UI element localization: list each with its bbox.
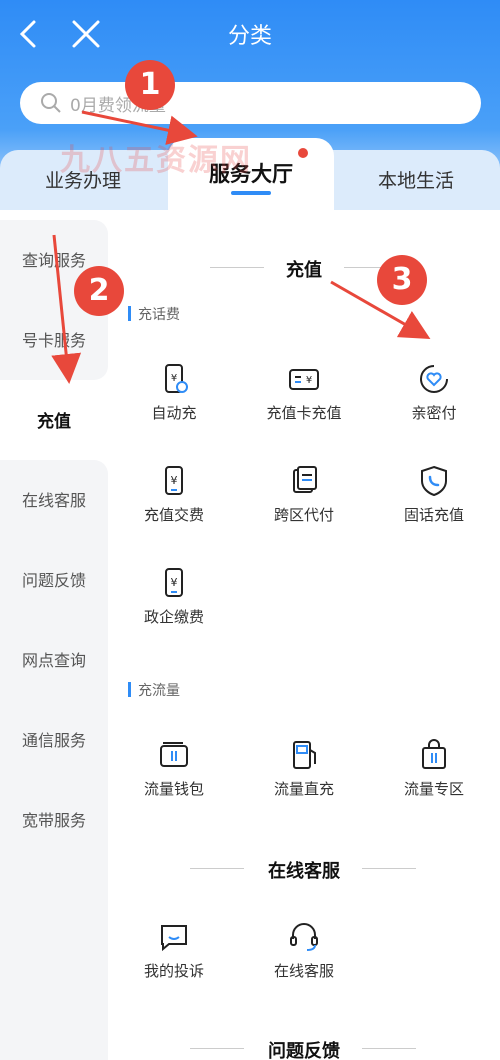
annotation-badge-3: 3	[377, 255, 427, 305]
grid-item-family-pay[interactable]: 亲密付	[374, 362, 494, 423]
grid-item-data-direct[interactable]: 流量直充	[244, 738, 364, 799]
grid-label: 流量钱包	[143, 780, 204, 798]
main-content: 查询服务 号卡服务 充值 在线客服 问题反馈 网点查询 通信服务 宽带服务 充值…	[0, 210, 500, 1060]
grid-item-data-zone[interactable]: 流量专区	[374, 738, 494, 799]
divider-line	[210, 267, 264, 268]
sidebar-item-feedback[interactable]: 问题反馈	[0, 567, 108, 591]
sidebar-item-outlet[interactable]: 网点查询	[0, 647, 108, 671]
subhead-phone-bill: 充话费	[128, 304, 180, 324]
shopping-bag-icon	[422, 739, 446, 769]
svg-text:¥: ¥	[171, 373, 177, 384]
grid-label: 固话充值	[403, 506, 464, 524]
grid-item-enterprise-pay[interactable]: ¥ 政企缴费	[114, 566, 234, 627]
grid-label: 政企缴费	[143, 608, 204, 626]
section-title-recharge: 充值	[286, 260, 322, 281]
grid-label: 在线客服	[273, 962, 334, 980]
shield-phone-icon	[421, 465, 447, 497]
sidebar: 查询服务 号卡服务 充值 在线客服 问题反馈 网点查询 通信服务 宽带服务	[0, 210, 108, 1060]
annotation-badge-1: 1	[125, 60, 175, 110]
sidebar-item-telecom[interactable]: 通信服务	[0, 727, 108, 751]
watermark: 九八五资源网	[60, 143, 252, 178]
grid-label: 充值交费	[143, 506, 204, 524]
svg-text:¥: ¥	[171, 576, 178, 589]
grid-label: 我的投诉	[143, 962, 204, 980]
sidebar-item-sim[interactable]: 号卡服务	[0, 327, 108, 351]
grid-label: 跨区代付	[273, 506, 334, 524]
annotation-badge-2: 2	[74, 266, 124, 316]
grid-label: 亲密付	[411, 404, 457, 422]
grid-label: 自动充	[151, 404, 197, 422]
grid-label: 充值卡充值	[266, 404, 342, 422]
page-title: 分类	[227, 24, 272, 49]
card-icon: ¥	[289, 369, 319, 390]
grid-label: 流量直充	[273, 780, 334, 798]
grid-item-pay-bill[interactable]: ¥ 充值交费	[114, 464, 234, 525]
receipt-icon	[293, 466, 317, 493]
section-title-online: 在线客服	[268, 861, 340, 882]
grid-item-auto-recharge[interactable]: ¥ 自动充	[114, 362, 234, 423]
subhead-data: 充流量	[128, 680, 180, 700]
phone-yen-icon: ¥	[165, 466, 183, 495]
grid-item-card-recharge[interactable]: ¥ 充值卡充值	[244, 362, 364, 423]
divider-line	[362, 868, 416, 869]
notification-dot	[298, 148, 308, 158]
grid-item-complaint[interactable]: 我的投诉	[114, 920, 234, 981]
sidebar-group-bottom	[0, 460, 108, 1060]
divider-line	[362, 1048, 416, 1049]
sidebar-item-online-service[interactable]: 在线客服	[0, 487, 108, 511]
wallet-icon	[160, 742, 188, 767]
headset-icon	[290, 923, 318, 951]
section-title-feedback: 问题反馈	[268, 1041, 340, 1060]
chat-bubble-icon	[161, 925, 187, 952]
divider-line	[190, 1048, 244, 1049]
svg-text:¥: ¥	[306, 375, 312, 386]
grid-item-data-wallet[interactable]: 流量钱包	[114, 738, 234, 799]
grid-label: 流量专区	[403, 780, 464, 798]
sidebar-item-broadband[interactable]: 宽带服务	[0, 807, 108, 831]
divider-line	[190, 868, 244, 869]
grid-item-landline-recharge[interactable]: 固话充值	[374, 464, 494, 525]
fuel-pump-icon	[293, 741, 316, 769]
heart-circle-icon	[420, 365, 448, 393]
tab-underline	[231, 191, 271, 195]
grid-item-cross-region-pay[interactable]: 跨区代付	[244, 464, 364, 525]
sidebar-item-recharge[interactable]: 充值	[0, 407, 108, 432]
search-input[interactable]: 0月费领流量	[20, 82, 481, 124]
search-icon	[41, 93, 61, 113]
phone-auto-icon: ¥	[165, 364, 188, 393]
phone-yen-icon: ¥	[165, 568, 183, 597]
svg-text:¥: ¥	[171, 474, 178, 487]
tab-local-life[interactable]: 本地生活	[378, 166, 454, 193]
grid-item-online-service[interactable]: 在线客服	[244, 920, 364, 981]
